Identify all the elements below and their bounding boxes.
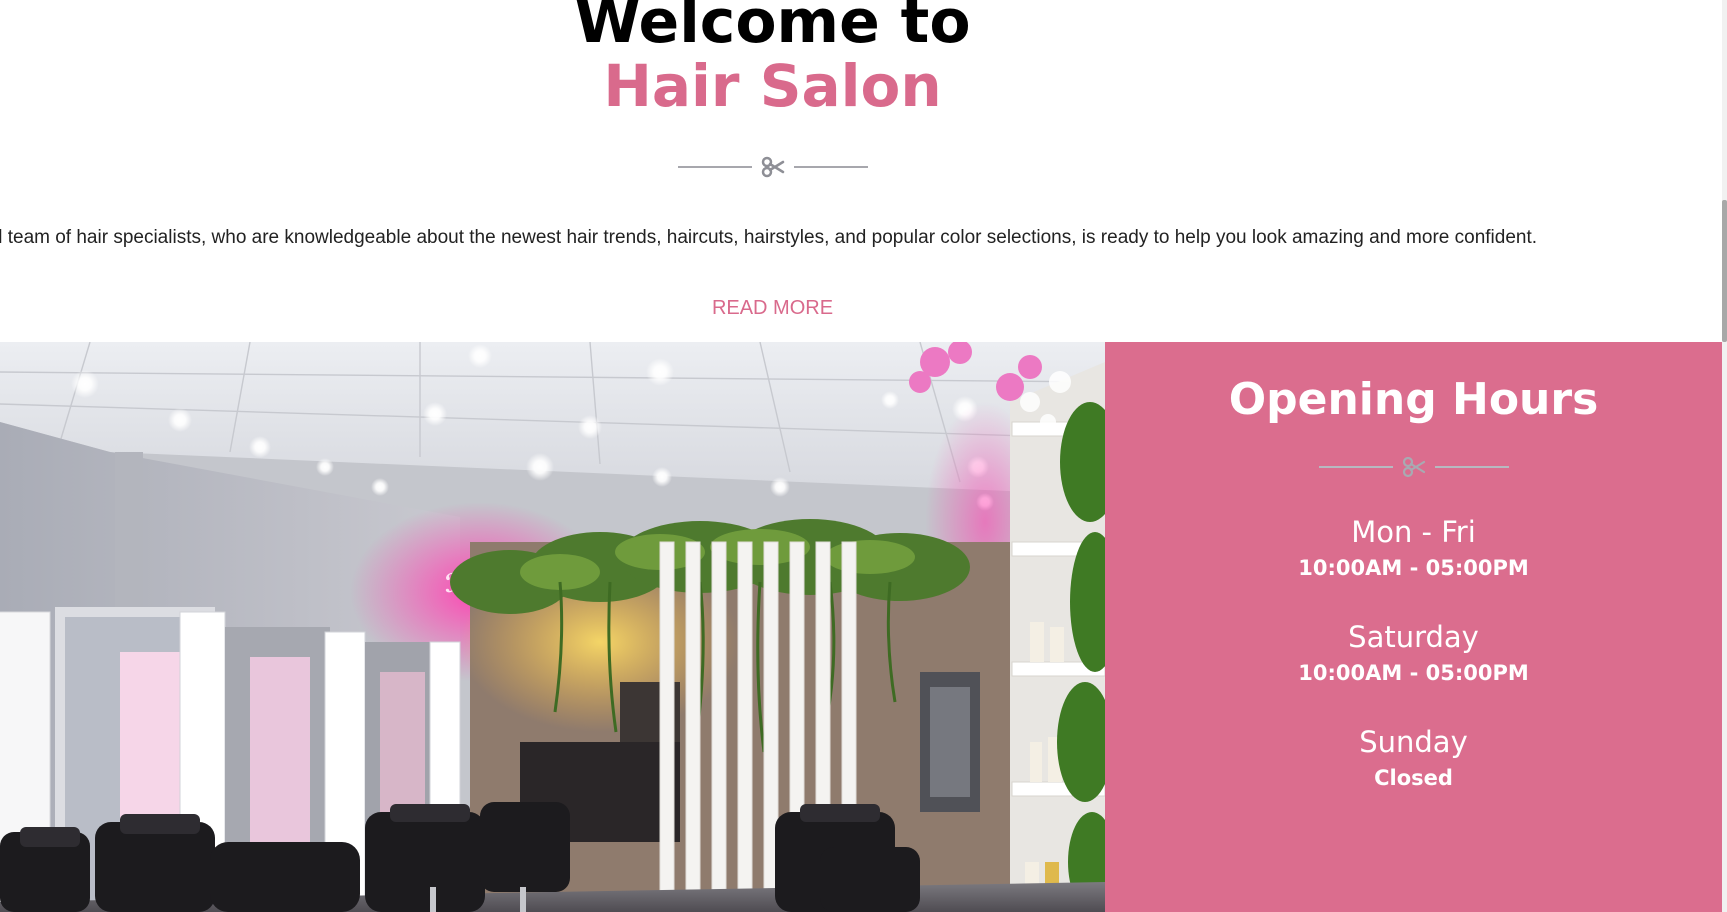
scissors-icon (752, 156, 794, 178)
opening-hours-divider (1319, 456, 1509, 478)
divider-line-left (678, 166, 752, 168)
hours-time-value: 10:00AM - 05:00PM (1298, 661, 1529, 685)
hours-day-label: Saturday (1348, 620, 1479, 654)
welcome-section: Welcome to Hair Salon ll team of hair sp… (0, 0, 1727, 342)
opening-hours-title: Opening Hours (1228, 374, 1599, 425)
intro-text: ll team of hair specialists, who are kno… (0, 227, 1538, 248)
page-scrollbar[interactable] (1722, 0, 1727, 912)
scrollbar-thumb[interactable] (1722, 200, 1727, 342)
divider-line-right (1435, 466, 1509, 468)
divider-line-right (794, 166, 868, 168)
divider-line-left (1319, 466, 1393, 468)
hours-day-label: Sunday (1359, 725, 1468, 759)
welcome-subtitle: Hair Salon (603, 52, 942, 120)
hours-time-value: 10:00AM - 05:00PM (1298, 556, 1529, 580)
scissors-icon (1393, 456, 1435, 478)
hours-time-value: Closed (1374, 766, 1453, 790)
hours-day-label: Mon - Fri (1351, 515, 1476, 549)
read-more-link[interactable]: READ MORE (0, 296, 1545, 320)
page: Welcome to Hair Salon ll team of hair sp… (0, 0, 1727, 912)
salon-interior-image: ℛ𝓈 (0, 342, 1105, 912)
opening-hours-panel: Opening Hours Mon - Fri 10:00AM - 05:00P… (1105, 342, 1722, 912)
section-divider (678, 156, 868, 178)
